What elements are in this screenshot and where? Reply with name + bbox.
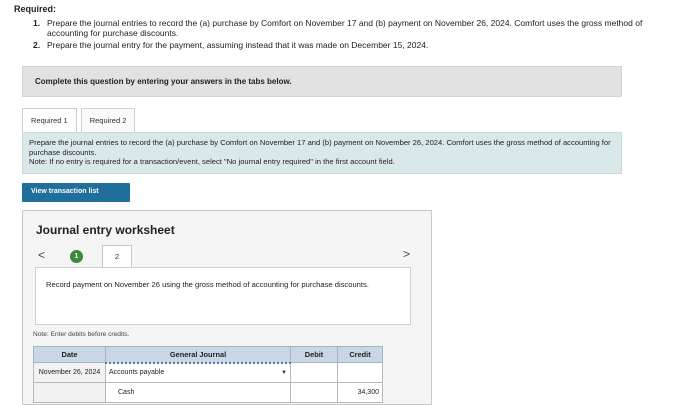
required-title: Required: — [14, 4, 57, 14]
account-value: Accounts payable — [109, 369, 165, 377]
instructions-panel: Prepare the journal entries to record th… — [22, 132, 622, 174]
step-1-complete-icon[interactable]: 1 — [70, 250, 83, 263]
chevron-left-icon[interactable]: < — [38, 248, 45, 262]
debit-credit-note: Note: Enter debits before credits. — [33, 331, 130, 338]
complete-banner: Complete this question by entering your … — [22, 66, 622, 97]
requirement-item: 1. Prepare the journal entries to record… — [33, 18, 653, 38]
debit-input[interactable] — [290, 382, 338, 403]
requirement-number: 1. — [33, 18, 41, 28]
journal-table: Date General Journal Debit Credit Novemb… — [33, 346, 383, 403]
header-general-journal: General Journal — [105, 346, 291, 363]
debit-input[interactable] — [290, 362, 338, 383]
credit-input[interactable] — [337, 362, 383, 383]
dropdown-arrow-icon[interactable]: ▼ — [281, 370, 287, 376]
requirement-text: Prepare the journal entries to record th… — [47, 18, 643, 38]
header-date: Date — [33, 346, 106, 363]
tab-required-1[interactable]: Required 1 — [22, 108, 77, 133]
view-transaction-list-button[interactable]: View transaction list — [22, 183, 130, 202]
requirement-text: Prepare the journal entry for the paymen… — [47, 40, 429, 50]
journal-entry-worksheet: Journal entry worksheet < 1 2 Record pay… — [22, 210, 432, 405]
header-credit: Credit — [337, 346, 383, 363]
chevron-right-icon[interactable]: > — [403, 247, 410, 261]
table-row: November 26, 2024 Accounts payable ▼ — [33, 361, 383, 383]
requirement-number: 2. — [33, 40, 41, 50]
step-2-tab[interactable]: 2 — [102, 245, 132, 269]
record-instruction: Record payment on November 26 using the … — [35, 267, 411, 325]
instructions-note: Note: If no entry is required for a tran… — [29, 157, 395, 166]
tab-bar: Required 1 Required 2 — [22, 108, 139, 133]
date-cell[interactable] — [33, 382, 106, 403]
table-row: Cash 34,300 — [33, 382, 383, 403]
account-select[interactable]: Accounts payable ▼ — [105, 361, 291, 383]
tab-required-2[interactable]: Required 2 — [80, 108, 136, 133]
instructions-text: Prepare the journal entries to record th… — [29, 138, 611, 157]
account-value: Cash — [118, 389, 135, 396]
worksheet-title: Journal entry worksheet — [36, 223, 175, 237]
header-debit: Debit — [290, 346, 338, 363]
requirements-list: 1. Prepare the journal entries to record… — [33, 18, 653, 50]
credit-input[interactable]: 34,300 — [337, 382, 383, 403]
account-select[interactable]: Cash — [105, 382, 291, 403]
requirement-item: 2. Prepare the journal entry for the pay… — [33, 40, 653, 50]
journal-table-header: Date General Journal Debit Credit — [33, 346, 383, 363]
date-cell[interactable]: November 26, 2024 — [33, 362, 106, 383]
